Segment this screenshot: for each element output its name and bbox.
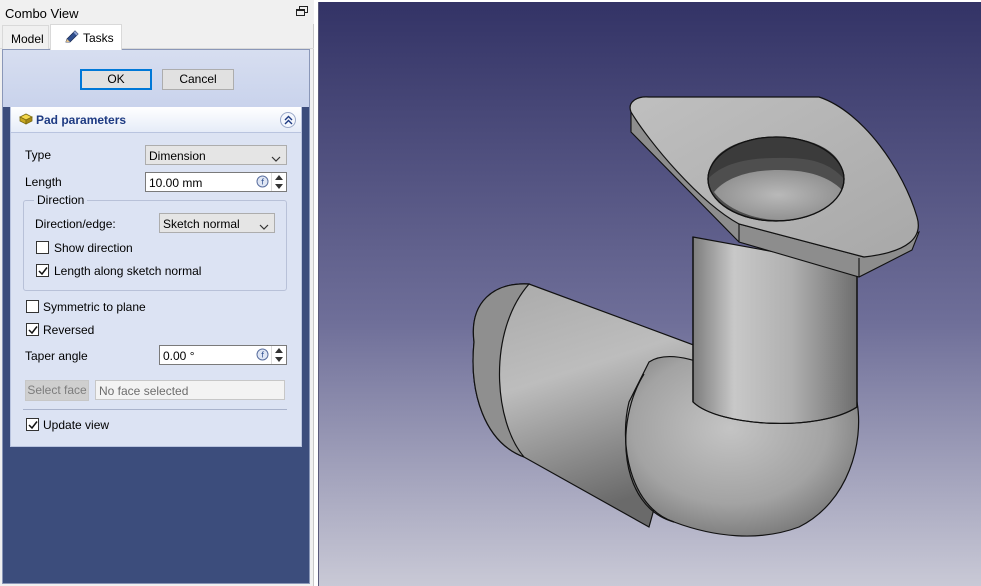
chevron-down-icon	[259, 220, 269, 234]
type-dropdown-value: Dimension	[149, 149, 206, 163]
tab-model[interactable]: Model	[2, 25, 49, 49]
chevron-down-icon	[271, 152, 281, 166]
direction-group-title: Direction	[34, 193, 88, 207]
direction-edge-dropdown[interactable]: Sketch normal	[159, 213, 275, 233]
combo-view-title: Combo View	[5, 6, 79, 21]
direction-edge-label: Direction/edge:	[35, 217, 116, 231]
update-view-checkbox[interactable]	[26, 418, 39, 431]
collapse-chevron-icon[interactable]	[280, 112, 296, 128]
taper-angle-label: Taper angle	[25, 349, 88, 363]
expression-icon[interactable]: f	[256, 348, 269, 364]
reversed-checkbox[interactable]	[26, 323, 39, 336]
tab-tasks[interactable]: Tasks	[50, 24, 122, 50]
ok-button[interactable]: OK	[80, 69, 152, 90]
combo-view-titlebar: Combo View	[0, 0, 314, 24]
task-panel: OK Cancel Pad parameters Type Dimension …	[2, 49, 310, 584]
svg-text:f: f	[261, 351, 264, 360]
type-dropdown[interactable]: Dimension	[145, 145, 287, 165]
combo-view-tabs: Model Tasks	[0, 24, 314, 50]
taper-angle-value: 0.00 °	[163, 349, 195, 363]
3d-viewport[interactable]	[318, 2, 981, 586]
pad-parameters-panel: Pad parameters Type Dimension Length 10.…	[10, 107, 302, 447]
type-label: Type	[25, 148, 52, 162]
taper-angle-spin-buttons[interactable]	[271, 346, 286, 364]
dialog-button-box: OK Cancel	[3, 50, 309, 107]
direction-edge-value: Sketch normal	[163, 217, 240, 231]
length-value: 10.00 mm	[149, 176, 203, 190]
combo-view-panel: Combo View Model Tasks OK Cancel Pad par…	[0, 0, 314, 586]
taper-angle-input[interactable]: 0.00 ° f	[159, 345, 287, 365]
reversed-label: Reversed	[43, 323, 95, 337]
length-input[interactable]: 10.00 mm f	[145, 172, 287, 192]
expression-icon[interactable]: f	[256, 175, 269, 191]
cancel-button[interactable]: Cancel	[162, 69, 234, 90]
length-along-normal-checkbox[interactable]	[36, 264, 49, 277]
symmetric-checkbox[interactable]	[26, 300, 39, 313]
tab-tasks-label: Tasks	[83, 31, 114, 45]
show-direction-label: Show direction	[54, 241, 133, 255]
separator	[23, 409, 287, 410]
length-along-normal-label: Length along sketch normal	[54, 264, 202, 278]
tab-model-label: Model	[11, 32, 44, 46]
selected-face-placeholder: No face selected	[99, 384, 189, 398]
length-label: Length	[25, 175, 62, 189]
update-view-label: Update view	[43, 418, 110, 432]
svg-text:f: f	[261, 178, 264, 187]
pencil-icon	[64, 29, 80, 48]
show-direction-checkbox[interactable]	[36, 241, 49, 254]
pad-feature-icon	[19, 112, 33, 129]
pad-parameters-header[interactable]: Pad parameters	[11, 107, 301, 133]
pipe-elbow-model[interactable]	[319, 2, 981, 586]
float-window-icon[interactable]	[296, 6, 308, 17]
direction-group: Direction Direction/edge: Sketch normal …	[23, 193, 287, 291]
length-spin-buttons[interactable]	[271, 173, 286, 191]
symmetric-label: Symmetric to plane	[43, 300, 146, 314]
select-face-button[interactable]: Select face	[25, 380, 89, 401]
pad-parameters-title: Pad parameters	[36, 113, 127, 127]
selected-face-field[interactable]: No face selected	[95, 380, 285, 400]
